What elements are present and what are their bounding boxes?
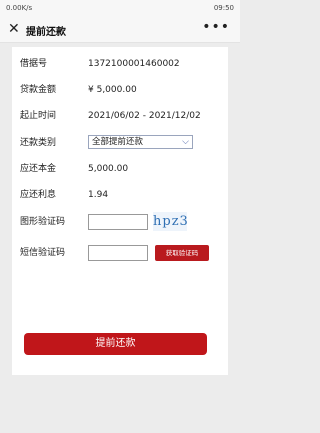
principal-value: 5,000.00 xyxy=(88,164,129,174)
interest-label: 应还利息 xyxy=(20,190,57,200)
status-bar: 0.00K/s 09:50 xyxy=(0,0,240,18)
repayment-form: 借据号 1372100001460002 贷款金额 ¥ 5,000.00 起止时… xyxy=(12,47,228,375)
captcha-input[interactable] xyxy=(88,214,148,230)
chevron-down-icon: ⌵ xyxy=(182,137,189,147)
captcha-image[interactable]: hpz3 xyxy=(153,212,188,231)
repay-type-label: 还款类别 xyxy=(20,138,57,148)
repay-type-selected: 全部提前还款 xyxy=(92,137,144,147)
title-bar: ✕ 提前还款 ••• xyxy=(0,18,240,43)
clock: 09:50 xyxy=(213,4,234,12)
loan-amount-label: 贷款金额 xyxy=(20,85,57,95)
page-title: 提前还款 xyxy=(26,27,66,38)
principal-label: 应还本金 xyxy=(20,164,57,174)
close-icon[interactable]: ✕ xyxy=(8,21,20,37)
get-sms-code-button[interactable]: 获取验证码 xyxy=(155,245,209,261)
interest-value: 1.94 xyxy=(88,190,109,200)
loan-no-label: 借据号 xyxy=(20,59,48,69)
sms-code-label: 短信验证码 xyxy=(20,248,66,258)
loan-no-value: 1372100001460002 xyxy=(88,59,180,69)
captcha-label: 图形验证码 xyxy=(20,217,66,227)
loan-amount-value: ¥ 5,000.00 xyxy=(88,85,137,95)
sms-code-input[interactable] xyxy=(88,245,148,261)
period-label: 起止时间 xyxy=(20,111,57,121)
more-icon[interactable]: ••• xyxy=(202,19,230,35)
network-speed: 0.00K/s xyxy=(6,4,33,12)
submit-prepayment-button[interactable]: 提前还款 xyxy=(24,333,207,355)
period-value: 2021/06/02 - 2021/12/02 xyxy=(88,111,201,121)
repay-type-select[interactable]: 全部提前还款 ⌵ xyxy=(88,135,193,149)
